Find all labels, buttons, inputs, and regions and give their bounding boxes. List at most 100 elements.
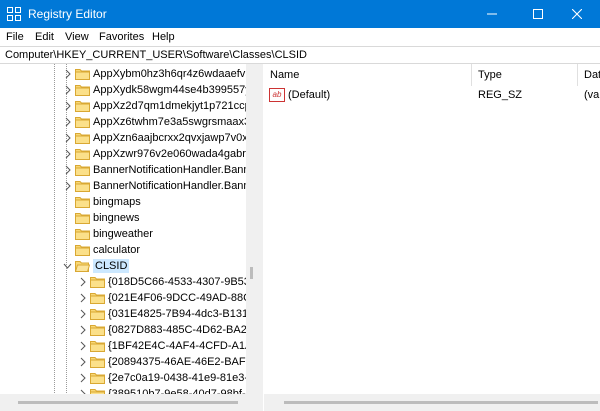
tree-item[interactable]: {20894375-46AE-46E2-BAFD-C [0,354,250,370]
chevron-down-icon[interactable] [63,261,72,271]
tree-item-label: bingmaps [93,196,141,208]
scrollbar-thumb[interactable] [284,401,598,404]
folder-icon [75,69,90,80]
chevron-right-icon[interactable] [63,117,72,127]
tree-item[interactable]: {031E4825-7B94-4dc3-B131-E [0,306,250,322]
value-data: (value not set) [584,89,600,101]
tree-item[interactable]: AppXybm0hz3h6qr4z6wdaaefvpc [0,66,250,82]
column-header-type[interactable]: Type [472,64,578,86]
chevron-right-icon[interactable] [63,69,72,79]
address-bar[interactable]: Computer\HKEY_CURRENT_USER\Software\Clas… [0,46,600,64]
tree-item-label: bingnews [93,212,140,224]
folder-icon [75,229,90,240]
value-row[interactable]: ab (Default) REG_SZ (value not set) [264,86,600,104]
menu-help[interactable]: Help [152,30,175,44]
menu-favorites[interactable]: Favorites [99,30,144,44]
column-header-name[interactable]: Name [264,64,472,86]
tree-item-label: bingweather [93,228,153,240]
tree-item[interactable]: AppXydk58wgm44se4b399557yyy [0,82,250,98]
folder-icon [75,101,90,112]
tree-item[interactable]: AppXzwr976v2e060wada4gabrk1 [0,146,250,162]
maximize-icon [533,9,543,19]
scrollbar-thumb[interactable] [18,401,238,404]
tree-item[interactable]: CLSID [0,258,250,274]
tree-item[interactable]: AppXz6twhm7e3a5swgrsmaax3zx [0,114,250,130]
menu-view[interactable]: View [65,30,89,44]
tree-item[interactable]: bingmaps [0,194,250,210]
menu-file[interactable]: File [6,30,24,44]
tree-item[interactable]: {018D5C66-4533-4307-9B53-2 [0,274,250,290]
tree-item-label: AppXydk58wgm44se4b399557yyy [93,84,246,96]
folder-icon [75,165,90,176]
tree-item[interactable]: BannerNotificationHandler.Bann [0,162,250,178]
tree-item-label: BannerNotificationHandler.Bann [93,180,246,192]
tree-item-label: AppXz6twhm7e3a5swgrsmaax3zx [93,116,246,128]
folder-icon [75,181,90,192]
chevron-right-icon[interactable] [78,277,87,287]
folder-icon [90,309,105,320]
string-value-icon: ab [269,88,285,102]
tree-item-label: {20894375-46AE-46E2-BAFD-C [108,356,246,368]
folder-icon [75,197,90,208]
tree-item[interactable]: BannerNotificationHandler.Bann [0,178,250,194]
folder-icon [90,341,105,352]
tree-item[interactable]: AppXzn6aajbcrxx2qvxjawp7v0xn [0,130,250,146]
chevron-right-icon[interactable] [63,165,72,175]
folder-icon [75,213,90,224]
tree-item-label: AppXz2d7qm1dmekjyt1p721ccpf [93,100,246,112]
registry-editor-icon [7,7,21,21]
title-bar: Registry Editor [0,0,600,28]
key-tree[interactable]: AppXybm0hz3h6qr4z6wdaaefvpc AppXydk58wgm4… [0,64,263,411]
scrollbar-thumb[interactable] [250,267,253,279]
tree-item-label: {018D5C66-4533-4307-9B53-2 [108,276,246,288]
folder-icon [75,149,90,160]
tree-item-label: CLSID [93,259,130,273]
tree-item-label: AppXzn6aajbcrxx2qvxjawp7v0xn [93,132,246,144]
chevron-right-icon[interactable] [78,325,87,335]
chevron-right-icon[interactable] [78,373,87,383]
chevron-right-icon[interactable] [78,341,87,351]
folder-icon [75,85,90,96]
values-pane[interactable]: Name Type Data ab (Default) REG_SZ (valu… [264,64,600,394]
tree-horizontal-scrollbar[interactable] [0,394,263,411]
menu-edit[interactable]: Edit [35,30,54,44]
value-type: REG_SZ [478,89,523,101]
tree-item-label: {1BF42E4C-4AF4-4CFD-A1A0- [108,340,246,352]
tree-item[interactable]: AppXz2d7qm1dmekjyt1p721ccpf [0,98,250,114]
tree-item[interactable]: {021E4F06-9DCC-49AD-88CF- [0,290,250,306]
tree-item[interactable]: calculator [0,242,250,258]
tree-item-label: {2e7c0a19-0438-41e9-81e3-3a [108,372,246,384]
tree-vertical-scrollbar[interactable] [246,64,263,394]
address-path[interactable]: Computer\HKEY_CURRENT_USER\Software\Clas… [5,49,307,62]
tree-item[interactable]: bingweather [0,226,250,242]
folder-icon [90,277,105,288]
chevron-right-icon[interactable] [63,85,72,95]
minimize-icon [487,13,497,15]
minimize-button[interactable] [469,0,515,28]
column-header-data[interactable]: Data [578,64,600,86]
chevron-right-icon[interactable] [63,133,72,143]
tree-item[interactable]: {1BF42E4C-4AF4-4CFD-A1A0- [0,338,250,354]
tree-item[interactable]: {2e7c0a19-0438-41e9-81e3-3a [0,370,250,386]
folder-icon [90,357,105,368]
close-icon [572,9,582,19]
chevron-right-icon[interactable] [78,357,87,367]
folder-icon [90,293,105,304]
tree-item-label: AppXybm0hz3h6qr4z6wdaaefvpc [93,68,246,80]
tree-item-label: {031E4825-7B94-4dc3-B131-E [108,308,246,320]
chevron-right-icon[interactable] [63,149,72,159]
close-button[interactable] [554,0,600,28]
tree-item[interactable]: {0827D883-485C-4D62-BA2C- [0,322,250,338]
tree-item-label: {0827D883-485C-4D62-BA2C- [108,324,246,336]
folder-icon [75,261,90,272]
chevron-right-icon[interactable] [78,293,87,303]
values-horizontal-scrollbar[interactable] [264,394,600,411]
tree-item[interactable]: bingnews [0,210,250,226]
chevron-right-icon[interactable] [63,181,72,191]
chevron-right-icon[interactable] [78,309,87,319]
chevron-right-icon[interactable] [63,101,72,111]
folder-icon [75,133,90,144]
folder-icon [75,117,90,128]
folder-icon [90,373,105,384]
tree-item-label: AppXzwr976v2e060wada4gabrk1 [93,148,246,160]
